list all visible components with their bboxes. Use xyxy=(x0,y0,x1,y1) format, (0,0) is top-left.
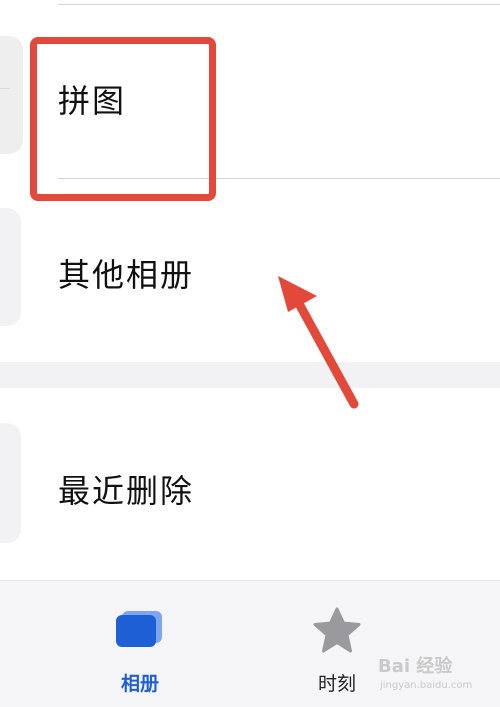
section-separator xyxy=(0,362,500,388)
star-icon xyxy=(313,607,361,653)
album-thumbnail[interactable] xyxy=(0,423,21,543)
album-row-label-other-albums[interactable]: 其他相册 xyxy=(58,250,194,296)
watermark-text: Bai 经验 xyxy=(378,656,453,677)
album-row-label-recently-deleted[interactable]: 最近删除 xyxy=(58,466,194,512)
albums-icon xyxy=(116,611,162,647)
divider xyxy=(58,4,500,5)
album-thumbnail[interactable] xyxy=(0,208,21,326)
annotation-highlight-box xyxy=(30,37,216,201)
tab-albums[interactable]: 相册 xyxy=(80,581,200,707)
album-thumbnail[interactable] xyxy=(0,36,23,154)
watermark-url: jingyan.baidu.com xyxy=(380,680,473,691)
watermark: Bai 经验 jingyan.baidu.com xyxy=(378,650,498,700)
thumbnail-detail xyxy=(0,88,10,89)
albums-screen: 拼图 其他相册 最近删除 相册 时刻 Bai 经验 jingyan.baidu.… xyxy=(0,0,500,707)
tab-label-albums: 相册 xyxy=(120,673,159,695)
